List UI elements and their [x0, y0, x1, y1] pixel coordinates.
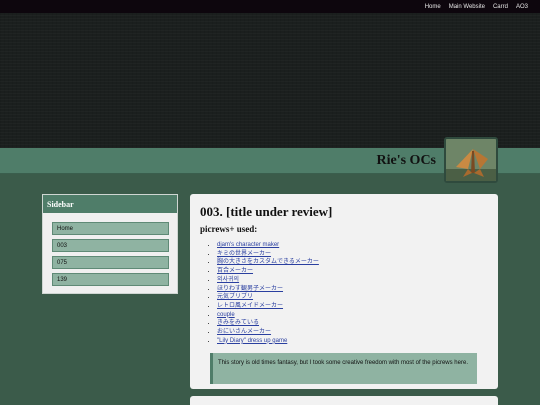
moth-avatar — [444, 137, 498, 183]
sidebar-item-075[interactable]: 075 — [52, 256, 169, 269]
picrew-link[interactable]: 元気ブリブリ — [217, 294, 253, 300]
picrews-heading: picrews+ used: — [200, 224, 258, 234]
page-title: 003. [title under review] — [200, 204, 333, 219]
top-nav-main-website[interactable]: Main Website — [449, 4, 485, 10]
picrew-link[interactable]: レトロ風メイドメーカー — [217, 303, 283, 309]
list-item: couple — [217, 311, 319, 320]
list-item: 외사귀의 — [217, 276, 319, 285]
sidebar-item-003[interactable]: 003 — [52, 239, 169, 252]
story-note: This story is old times fantasy, but I t… — [210, 353, 477, 384]
picrew-link[interactable]: "Lily Diary" dress up game — [217, 338, 287, 344]
next-card — [190, 396, 498, 405]
sidebar: Sidebar Home 003 075 139 — [42, 194, 178, 294]
list-item: 百合メーカー — [217, 267, 319, 276]
list-item: レトロ風メイドメーカー — [217, 302, 319, 311]
list-item: きみをみている — [217, 319, 319, 328]
list-item: キミの世界メーカー — [217, 250, 319, 259]
list-item: ほりわす観男子メーカー — [217, 285, 319, 294]
top-nav: Home Main Website Carrd AO3 — [0, 0, 540, 13]
picrew-link[interactable]: 百合メーカー — [217, 268, 253, 274]
site-title: Rie's OCs — [376, 153, 437, 168]
moth-icon — [446, 139, 496, 181]
sidebar-item-home[interactable]: Home — [52, 222, 169, 235]
sidebar-item-139[interactable]: 139 — [52, 273, 169, 286]
list-item: djam's character maker — [217, 241, 319, 250]
list-item: おにいさんメーカー — [217, 328, 319, 337]
picrew-link[interactable]: おにいさんメーカー — [217, 329, 271, 335]
list-item: 胸の大きさをカスタムできるメーカー — [217, 258, 319, 267]
main-card: 003. [title under review] picrews+ used:… — [190, 194, 498, 389]
header-banner — [0, 13, 540, 148]
picrew-list: djam's character maker キミの世界メーカー 胸の大きさをカ… — [217, 241, 319, 345]
picrew-link[interactable]: djam's character maker — [217, 242, 279, 248]
sidebar-heading: Sidebar — [43, 195, 177, 213]
picrew-link[interactable]: 외사귀의 — [217, 277, 239, 283]
picrew-link[interactable]: キミの世界メーカー — [217, 251, 271, 257]
picrew-link[interactable]: couple — [217, 312, 235, 318]
top-nav-carrd[interactable]: Carrd — [493, 4, 508, 10]
picrew-link[interactable]: きみをみている — [217, 320, 259, 326]
picrew-link[interactable]: 胸の大きさをカスタムできるメーカー — [217, 259, 319, 265]
list-item: "Lily Diary" dress up game — [217, 337, 319, 346]
picrew-link[interactable]: ほりわす観男子メーカー — [217, 286, 283, 292]
top-nav-home[interactable]: Home — [425, 4, 441, 10]
list-item: 元気ブリブリ — [217, 293, 319, 302]
top-nav-ao3[interactable]: AO3 — [516, 4, 528, 10]
